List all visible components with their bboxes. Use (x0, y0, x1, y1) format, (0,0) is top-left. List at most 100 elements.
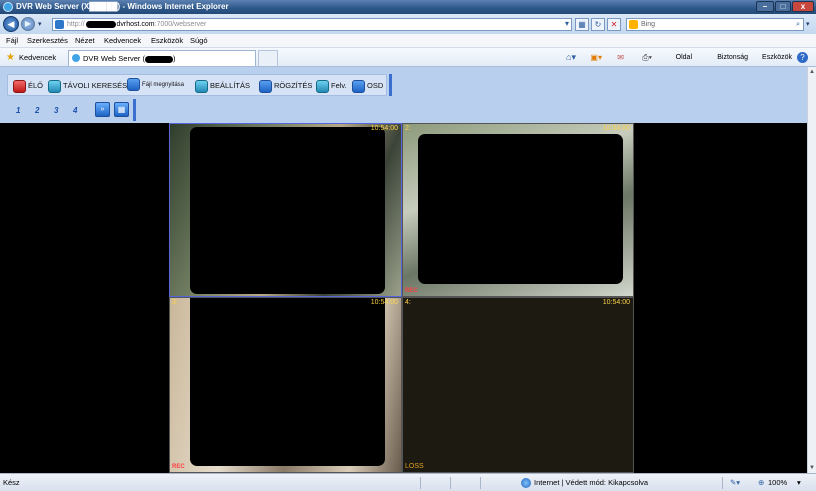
rec-indicator: REC (172, 464, 185, 470)
search-input[interactable]: Bing ⌕ (626, 18, 804, 31)
dvr-main-toolbar: ÉLŐ TÁVOLI KERESÉS Fájl megnyitása BEÁLL… (0, 67, 807, 97)
compat-view-icon[interactable]: ▦ (575, 18, 589, 31)
status-separator (722, 477, 723, 489)
toolbar-divider (389, 74, 392, 96)
osd-icon (352, 79, 365, 93)
channel-time: 10:54:00 (602, 299, 630, 306)
upload-button[interactable]: Felv. (316, 78, 347, 93)
new-tab-button[interactable] (258, 50, 278, 66)
file-open-label: Fájl megnyitása (142, 82, 185, 89)
search-icon[interactable]: ⌕ (796, 19, 800, 30)
url-input[interactable]: http:// dvrhost.com:7000/webserver (52, 18, 572, 31)
file-open-button[interactable]: Fájl megnyitása (127, 78, 184, 93)
redacted-block (418, 134, 623, 284)
settings-button[interactable]: BEÁLLÍTÁS (195, 78, 250, 93)
upload-label: Felv. (331, 81, 347, 90)
globe-icon (521, 478, 531, 488)
address-bar: ◀ ▶ ▾ http://dvrhost.com:7000/webserver … (0, 14, 816, 34)
remote-search-label: TÁVOLI KERESÉS (63, 81, 128, 90)
sequence-icon[interactable]: » (95, 102, 110, 117)
page-icon (55, 20, 64, 29)
protected-mode-icon[interactable]: ✎▾ (730, 474, 740, 491)
scroll-down-icon[interactable]: ▼ (809, 465, 815, 471)
record-label: RÖGZÍTÉS (274, 81, 313, 90)
video-loss-indicator: LOSS (405, 463, 424, 470)
menu-favorites[interactable]: Kedvencek (104, 34, 141, 48)
redacted-block (190, 127, 385, 294)
camera-channel-4[interactable]: 4: 10:54:00 LOSS (402, 297, 634, 473)
channel-label: 2: (405, 125, 411, 132)
status-separator (420, 477, 421, 489)
channel-2-button[interactable]: 2 (35, 106, 39, 115)
feeds-icon[interactable]: ▣▾ (590, 48, 602, 67)
page-content: ÉLŐ TÁVOLI KERESÉS Fájl megnyitása BEÁLL… (0, 67, 807, 473)
bing-logo-icon (629, 20, 638, 29)
favorites-bar: ★ Kedvencek DVR Web Server () ⌂▾ ▣▾ ✉ ⎙▾… (0, 48, 816, 80)
channel-4-button[interactable]: 4 (73, 106, 77, 115)
zoom-dropdown-icon[interactable]: ▾ (797, 474, 801, 491)
menu-help[interactable]: Súgó (190, 34, 208, 48)
channel-label: 4: (405, 299, 411, 306)
history-dropdown-icon[interactable]: ▾ (38, 20, 42, 28)
print-icon[interactable]: ⎙▾ (642, 48, 652, 67)
url-path: :7000/webserver (154, 21, 207, 28)
home-icon[interactable]: ⌂▾ (566, 48, 576, 67)
window-titlebar: DVR Web Server (X█████) - Windows Intern… (0, 0, 816, 14)
search-options-icon[interactable]: ▾ (806, 20, 810, 28)
url-prefix: http:// (67, 21, 85, 28)
zoom-level[interactable]: 100% (768, 474, 787, 491)
refresh-icon[interactable]: ↻ (591, 18, 605, 31)
mail-icon[interactable]: ✉ (617, 48, 624, 67)
video-grid: 10:54:00 2: 10:54:00 REC 3: 10:54:00 REC… (0, 123, 807, 473)
browser-tab-active[interactable]: DVR Web Server () (68, 50, 256, 66)
menu-bar: Fájl Szerkesztés Nézet Kedvencek Eszközö… (0, 34, 816, 48)
remote-search-icon (48, 79, 61, 93)
osd-button[interactable]: OSD (352, 78, 383, 93)
camera-channel-3[interactable]: 3: 10:54:00 REC (169, 297, 402, 473)
stop-icon[interactable]: ✕ (607, 18, 621, 31)
live-button[interactable]: ÉLŐ (13, 78, 43, 93)
tab-title-end: ) (172, 54, 176, 63)
channel-1-button[interactable]: 1 (16, 106, 20, 115)
status-separator (480, 477, 481, 489)
redacted-block (190, 298, 385, 466)
quad-view-icon[interactable]: ▦ (114, 102, 129, 117)
live-icon (13, 79, 26, 93)
forward-button[interactable]: ▶ (21, 17, 35, 31)
toolbar-divider (133, 99, 136, 121)
remote-search-button[interactable]: TÁVOLI KERESÉS (48, 78, 127, 93)
settings-label: BEÁLLÍTÁS (210, 81, 251, 90)
maximize-button[interactable]: □ (775, 1, 791, 12)
channel-toolbar: 1 2 3 4 » ▦ (0, 97, 807, 123)
ie-logo-icon (3, 2, 13, 12)
security-zone[interactable]: Internet | Védett mód: Kikapcsolva (534, 474, 648, 491)
minimize-button[interactable]: – (756, 1, 774, 12)
search-placeholder: Bing (641, 21, 656, 28)
camera-channel-1[interactable]: 10:54:00 (169, 123, 402, 297)
record-icon (259, 79, 272, 93)
help-icon[interactable]: ? (797, 52, 808, 63)
record-button[interactable]: RÖGZÍTÉS (259, 78, 312, 93)
upload-icon (316, 79, 329, 93)
tab-favicon-icon (72, 54, 80, 62)
zoom-icon[interactable]: ⊕ (758, 474, 764, 491)
channel-3-button[interactable]: 3 (54, 106, 58, 115)
back-button[interactable]: ◀ (3, 16, 19, 32)
redacted-block (144, 55, 173, 63)
vertical-scrollbar[interactable]: ▲ ▼ (807, 67, 816, 473)
menu-file[interactable]: Fájl (6, 34, 18, 48)
menu-edit[interactable]: Szerkesztés (27, 34, 68, 48)
menu-tools[interactable]: Eszközök (151, 34, 183, 48)
favorites-button[interactable]: Kedvencek (19, 48, 56, 67)
file-open-icon (127, 78, 140, 91)
window-title: DVR Web Server (X█████) - Windows Intern… (16, 2, 229, 11)
menu-view[interactable]: Nézet (75, 34, 95, 48)
scroll-up-icon[interactable]: ▲ (809, 69, 815, 75)
osd-label: OSD (367, 81, 384, 90)
url-host: dvrhost.com (116, 21, 155, 28)
rec-indicator: REC (405, 288, 418, 294)
live-label: ÉLŐ (28, 81, 44, 90)
close-window-button[interactable]: x (792, 1, 814, 12)
url-dropdown-icon[interactable]: ▾ (562, 18, 572, 31)
camera-channel-2[interactable]: 2: 10:54:00 REC (402, 123, 634, 297)
